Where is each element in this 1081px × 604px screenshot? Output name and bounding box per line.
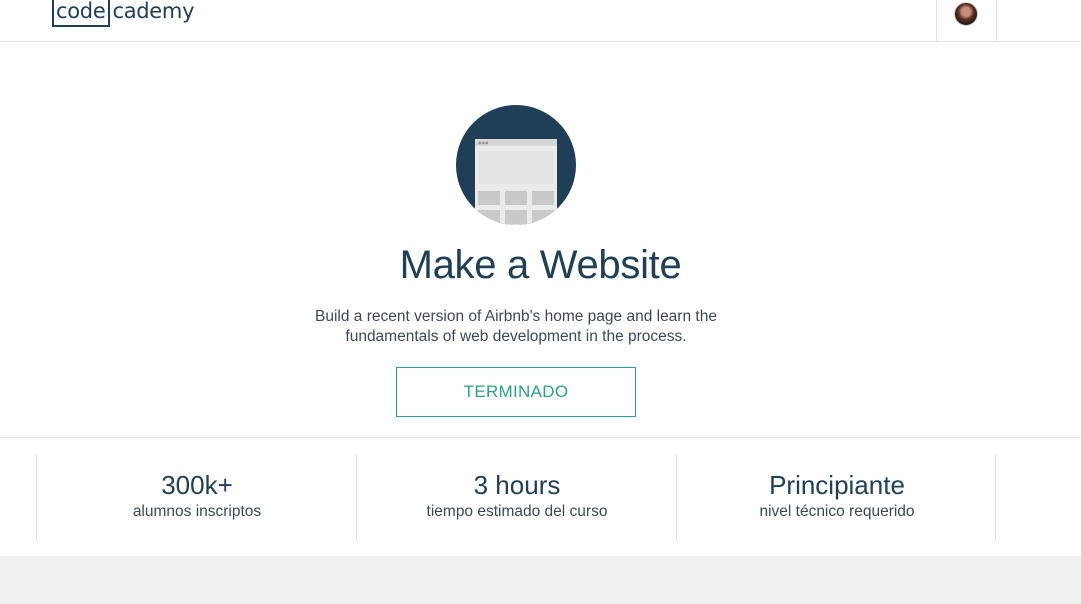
stat-value: 3 hours bbox=[473, 470, 561, 500]
course-status-button[interactable]: TERMINADO bbox=[396, 367, 636, 417]
top-navigation-bar: code cademy bbox=[0, 0, 1081, 42]
browser-title-bar: ●●● bbox=[475, 139, 557, 146]
stat-label: alumnos inscriptos bbox=[132, 503, 262, 520]
course-stats: 300k+ alumnos inscriptos 3 hours tiempo … bbox=[0, 437, 1081, 556]
stat-value: 300k+ bbox=[161, 470, 233, 500]
codecademy-logo[interactable]: code cademy bbox=[52, 0, 195, 27]
logo-code-box: code bbox=[52, 0, 111, 27]
stat-label: tiempo estimado del curso bbox=[426, 503, 608, 520]
stat-duration: 3 hours tiempo estimado del curso bbox=[357, 454, 677, 541]
logo-cademy-text: cademy bbox=[112, 0, 195, 23]
course-title: Make a Website bbox=[399, 243, 682, 287]
browser-hero-block bbox=[478, 151, 554, 184]
avatar[interactable] bbox=[954, 2, 978, 26]
course-description: Build a recent version of Airbnb's home … bbox=[315, 308, 717, 345]
website-browser-icon: ●●● bbox=[456, 105, 576, 225]
footer-band bbox=[0, 556, 1081, 604]
browser-tile bbox=[532, 191, 554, 205]
browser-window-illustration: ●●● bbox=[475, 139, 557, 225]
user-menu[interactable] bbox=[936, 0, 997, 42]
stat-label: nivel técnico requerido bbox=[759, 503, 915, 520]
browser-tile bbox=[478, 191, 500, 205]
stat-divider bbox=[995, 454, 996, 541]
browser-tile bbox=[505, 191, 527, 205]
stat-level: Principiante nivel técnico requerido bbox=[677, 454, 997, 541]
browser-tile bbox=[532, 210, 554, 224]
stat-enrolled: 300k+ alumnos inscriptos bbox=[37, 454, 357, 541]
browser-dots-icon: ●●● bbox=[478, 140, 489, 145]
stat-value: Principiante bbox=[769, 470, 905, 500]
browser-tile bbox=[478, 210, 500, 224]
logo-code-text: code bbox=[56, 0, 106, 23]
browser-tile bbox=[505, 210, 527, 224]
